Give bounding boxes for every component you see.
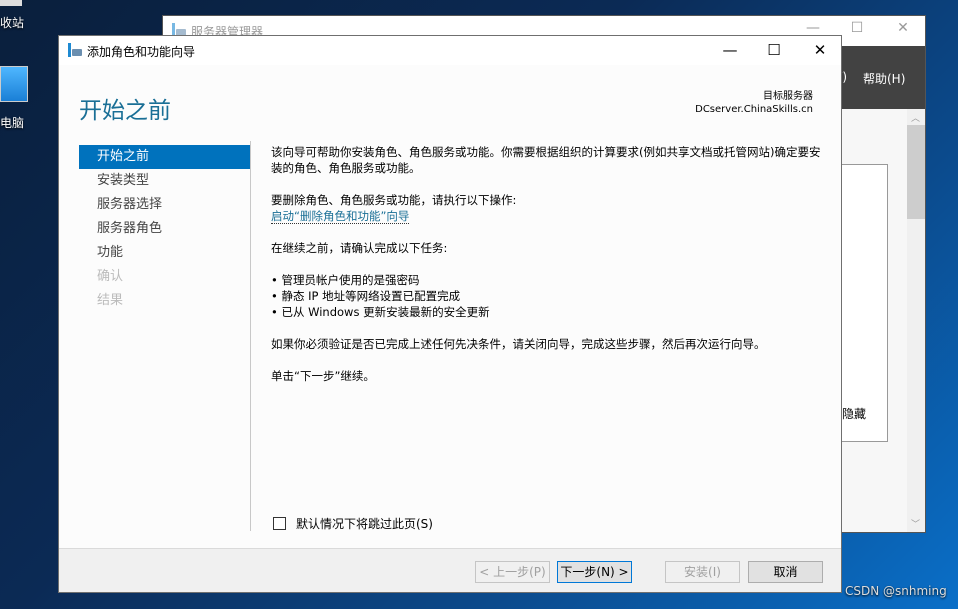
computer-icon	[0, 66, 28, 102]
list-item: 静态 IP 地址等网络设置已配置完成	[271, 288, 826, 304]
minimize-button[interactable]: —	[803, 20, 823, 36]
skip-page-label[interactable]: 默认情况下将跳过此页(S)	[296, 515, 433, 532]
scroll-down-icon[interactable]: ﹀	[911, 517, 920, 530]
page-title: 开始之前	[79, 98, 171, 124]
target-server-label: 目标服务器	[763, 91, 813, 102]
skip-page-option[interactable]: 默认情况下将跳过此页(S)	[273, 515, 433, 532]
close-button[interactable]: ✕	[805, 39, 835, 61]
nav-item-before-you-begin[interactable]: 开始之前	[79, 145, 250, 169]
minimize-button[interactable]: —	[715, 39, 745, 61]
nav-item-installation-type[interactable]: 安装类型	[79, 169, 250, 193]
content: 该向导可帮助你安装角色、角色服务或功能。你需要根据组织的计算要求(例如共享文档或…	[271, 144, 826, 400]
add-roles-wizard-window[interactable]: 添加角色和功能向导 — ☐ ✕ 开始之前 目标服务器 DCserver.Chin…	[58, 35, 842, 593]
nav-item-features[interactable]: 功能	[79, 241, 250, 265]
desktop-icon-label: 此电脑	[0, 116, 25, 130]
desktop-icon-recycle-bin[interactable]: 回收站	[0, 0, 40, 32]
nav-item-server-roles[interactable]: 服务器角色	[79, 217, 250, 241]
nav-item-results: 结果	[97, 293, 124, 308]
install-button: 安装(I)	[665, 561, 740, 583]
list-item: 管理员帐户使用的是强密码	[271, 272, 826, 288]
button-bar: < 上一步(P) 下一步(N) > 安装(I) 取消	[59, 548, 841, 592]
target-server-name: DCserver.ChinaSkills.cn	[695, 104, 813, 115]
desktop-icon-label: 回收站	[0, 16, 25, 30]
window-title: 添加角色和功能向导	[87, 45, 196, 59]
recycle-bin-icon	[0, 0, 22, 6]
watermark: CSDN @snhming	[845, 584, 947, 598]
task-list: 管理员帐户使用的是强密码 静态 IP 地址等网络设置已配置完成 已从 Windo…	[271, 272, 826, 320]
hide-link[interactable]: 隐藏	[842, 405, 866, 422]
scroll-thumb[interactable]	[907, 125, 925, 219]
divider	[250, 141, 251, 531]
remove-roles-link[interactable]: 启动“删除角色和功能”向导	[271, 209, 410, 224]
scroll-up-icon[interactable]: ︿	[911, 111, 920, 124]
before-text: 在继续之前，请确认完成以下任务:	[271, 241, 448, 255]
target-server: 目标服务器 DCserver.ChinaSkills.cn	[695, 90, 813, 116]
title-bar[interactable]: 添加角色和功能向导 — ☐ ✕	[59, 36, 841, 65]
previous-button: < 上一步(P)	[475, 561, 550, 583]
intro-text: 该向导可帮助你安装角色、角色服务或功能。你需要根据组织的计算要求(例如共享文档或…	[271, 145, 821, 175]
cancel-button[interactable]: 取消	[748, 561, 823, 583]
remove-text: 要删除角色、角色服务或功能，请执行以下操作:	[271, 193, 517, 207]
nav-item-confirmation: 确认	[97, 269, 124, 284]
skip-page-checkbox[interactable]	[273, 517, 286, 530]
wizard-icon	[68, 43, 82, 57]
next-text: 单击“下一步”继续。	[271, 369, 375, 383]
maximize-button[interactable]: ☐	[847, 20, 867, 36]
list-item: 已从 Windows 更新安装最新的安全更新	[271, 304, 826, 320]
nav-item-server-selection[interactable]: 服务器选择	[79, 193, 250, 217]
maximize-button[interactable]: ☐	[759, 39, 789, 61]
desktop-icon-this-pc[interactable]: 此电脑	[0, 62, 40, 132]
menu-item-help[interactable]: 帮助(H)	[863, 70, 905, 87]
wizard-nav: 开始之前 安装类型 服务器选择 服务器角色 功能 确认 结果	[79, 145, 250, 313]
verify-text: 如果你必须验证是否已完成上述任何先决条件，请关闭向导，完成这些步骤，然后再次运行…	[271, 337, 766, 351]
scrollbar[interactable]: ︿ ﹀	[907, 109, 925, 532]
next-button[interactable]: 下一步(N) >	[557, 561, 632, 583]
close-button[interactable]: ✕	[893, 20, 913, 36]
